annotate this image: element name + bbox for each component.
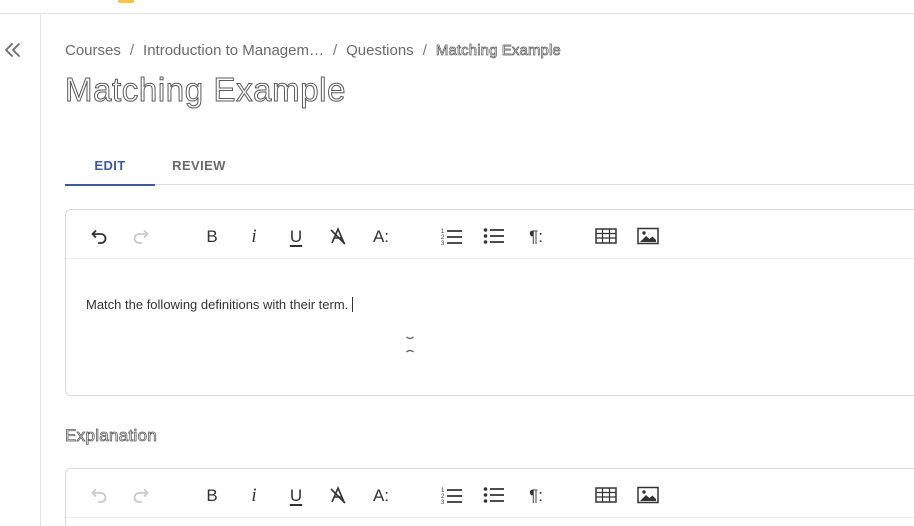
paragraph-icon[interactable]: ¶: (524, 483, 548, 507)
redo-icon[interactable] (129, 224, 153, 248)
ibeam-cursor-icon (405, 334, 415, 356)
clear-formatting-icon[interactable] (326, 483, 350, 507)
top-bar (0, 0, 914, 14)
editor-toolbar: B i U A: 123 ¶: (66, 469, 914, 518)
breadcrumb-current: Matching Example (435, 41, 562, 59)
undo-icon[interactable] (87, 224, 111, 248)
image-icon[interactable] (636, 224, 660, 248)
undo-icon[interactable] (87, 483, 111, 507)
main-content: Courses / Introduction to Managem… / Que… (64, 14, 914, 526)
clear-formatting-icon[interactable] (326, 224, 350, 248)
svg-text:3: 3 (441, 241, 445, 246)
question-editor[interactable]: B i U A: 123 ¶: Match the following defi… (65, 209, 914, 396)
tab-review[interactable]: REVIEW (161, 145, 237, 185)
italic-icon[interactable]: i (242, 483, 266, 507)
editor-toolbar: B i U A: 123 ¶: (66, 210, 914, 259)
italic-icon[interactable]: i (242, 224, 266, 248)
explanation-editor[interactable]: B i U A: 123 ¶: (65, 468, 914, 526)
redo-icon[interactable] (129, 483, 153, 507)
breadcrumb-separator: / (129, 41, 135, 59)
explanation-heading: Explanation (65, 426, 158, 446)
underline-icon[interactable]: U (284, 483, 308, 507)
text-caret (352, 297, 354, 312)
text-style-icon[interactable]: A: (369, 483, 393, 507)
breadcrumb-questions[interactable]: Questions (346, 42, 414, 59)
tab-bar: EDIT REVIEW (65, 145, 914, 186)
top-bar-marker (118, 0, 134, 3)
underline-icon[interactable]: U (284, 224, 308, 248)
table-icon[interactable] (594, 224, 618, 248)
image-icon[interactable] (636, 483, 660, 507)
numbered-list-icon[interactable]: 123 (440, 483, 464, 507)
question-text[interactable]: Match the following definitions with the… (86, 297, 354, 312)
sidebar (0, 14, 41, 526)
breadcrumb-courses[interactable]: Courses (65, 42, 121, 59)
question-text-content: Match the following definitions with the… (86, 297, 349, 312)
table-icon[interactable] (594, 483, 618, 507)
bold-icon[interactable]: B (200, 224, 224, 248)
bulleted-list-icon[interactable] (482, 224, 506, 248)
double-chevron-left-icon[interactable] (3, 39, 23, 61)
svg-text:3: 3 (441, 500, 445, 505)
bulleted-list-icon[interactable] (482, 483, 506, 507)
numbered-list-icon[interactable]: 123 (440, 224, 464, 248)
breadcrumb: Courses / Introduction to Managem… / Que… (65, 40, 561, 60)
breadcrumb-separator: / (332, 41, 338, 59)
breadcrumb-course[interactable]: Introduction to Managem… (143, 42, 324, 59)
tab-edit[interactable]: EDIT (65, 145, 155, 186)
text-style-icon[interactable]: A: (369, 224, 393, 248)
page-title: Matching Example (64, 71, 347, 109)
bold-icon[interactable]: B (200, 483, 224, 507)
paragraph-icon[interactable]: ¶: (524, 224, 548, 248)
breadcrumb-separator: / (422, 41, 427, 59)
